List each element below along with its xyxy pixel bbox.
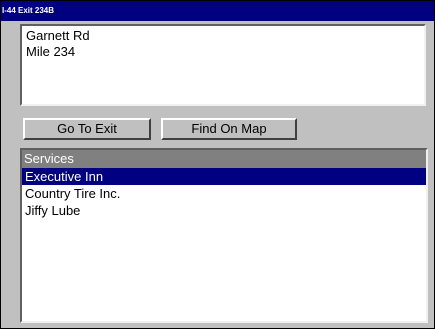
exit-info-window: I-44 Exit 234B Garnett Rd Mile 234 Go To… [0,0,435,329]
go-to-exit-button[interactable]: Go To Exit [23,118,151,140]
exit-address-box: Garnett Rd Mile 234 [20,24,426,106]
service-item-executive-inn[interactable]: Executive Inn [22,168,426,185]
service-item-country-tire[interactable]: Country Tire Inc. [22,185,426,202]
address-line-street: Garnett Rd [26,28,90,43]
find-on-map-button[interactable]: Find On Map [161,118,297,140]
services-header: Services [22,150,426,168]
address-line-mile: Mile 234 [26,44,76,59]
window-title: I-44 Exit 234B [1,1,434,21]
services-list[interactable]: Services Executive Inn Country Tire Inc.… [20,148,428,323]
service-item-jiffy-lube[interactable]: Jiffy Lube [22,202,426,219]
